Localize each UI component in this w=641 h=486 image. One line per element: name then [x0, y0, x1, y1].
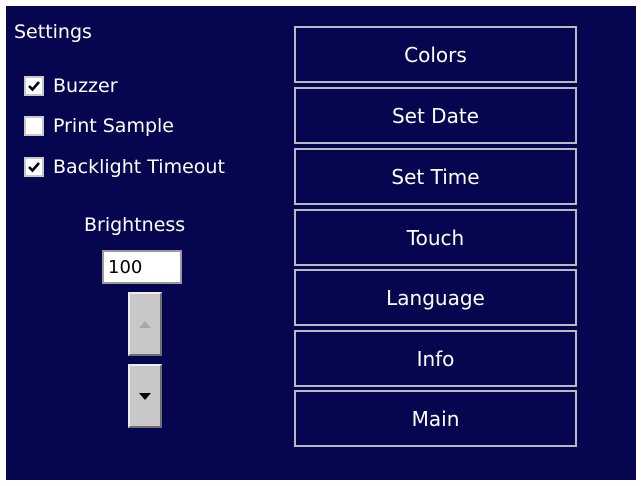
brightness-input[interactable]	[102, 250, 182, 284]
backlight-timeout-checkbox[interactable]	[24, 157, 44, 177]
triangle-up-icon	[139, 321, 151, 328]
print-sample-label: Print Sample	[53, 115, 174, 137]
triangle-down-icon	[139, 393, 151, 400]
language-button[interactable]: Language	[294, 269, 577, 326]
brightness-increase-button[interactable]	[128, 292, 162, 356]
main-button[interactable]: Main	[294, 390, 577, 447]
print-sample-option[interactable]: Print Sample	[24, 113, 174, 139]
buzzer-option[interactable]: Buzzer	[24, 73, 118, 99]
colors-button[interactable]: Colors	[294, 26, 577, 83]
set-time-button[interactable]: Set Time	[294, 148, 577, 205]
buzzer-checkbox[interactable]	[24, 76, 44, 96]
checkmark-icon	[28, 81, 40, 92]
backlight-timeout-option[interactable]: Backlight Timeout	[24, 154, 225, 180]
info-button[interactable]: Info	[294, 330, 577, 387]
brightness-label: Brightness	[84, 214, 186, 236]
backlight-timeout-label: Backlight Timeout	[53, 156, 225, 178]
set-date-button[interactable]: Set Date	[294, 87, 577, 144]
print-sample-checkbox[interactable]	[24, 116, 44, 136]
touch-button[interactable]: Touch	[294, 209, 577, 266]
page-title: Settings	[14, 21, 92, 43]
brightness-decrease-button[interactable]	[128, 364, 162, 428]
buzzer-label: Buzzer	[53, 75, 118, 97]
settings-screen: Settings Buzzer Print Sample Backlight T…	[6, 6, 636, 480]
checkmark-icon	[28, 162, 40, 173]
